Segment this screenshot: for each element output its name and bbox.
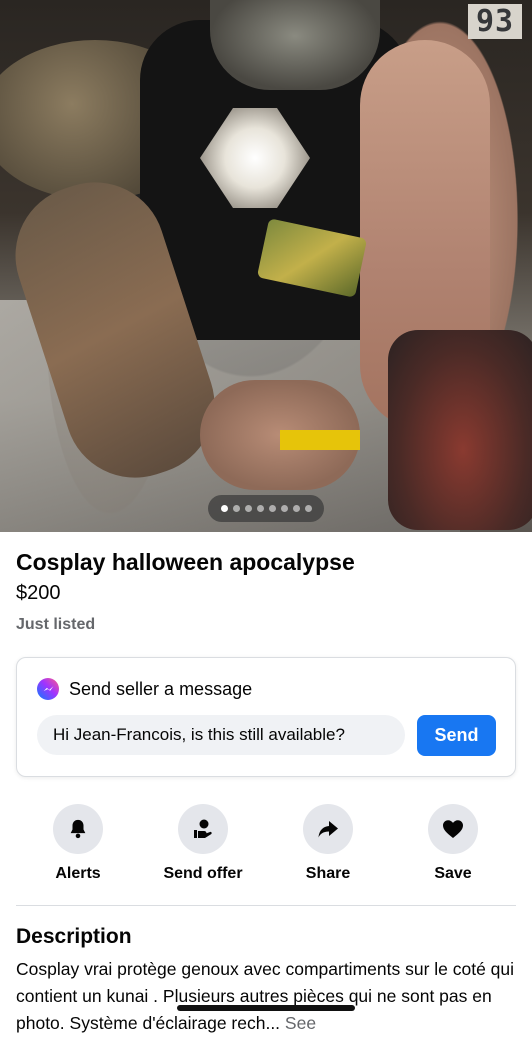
send-button[interactable]: Send xyxy=(417,715,496,756)
carousel-dot[interactable] xyxy=(244,505,252,512)
carousel-dot[interactable] xyxy=(304,505,312,512)
share-button[interactable]: Share xyxy=(273,804,383,883)
description-heading: Description xyxy=(16,925,132,948)
photo-knee-pad xyxy=(388,330,532,530)
message-input[interactable]: Hi Jean-Francois, is this still availabl… xyxy=(37,715,405,755)
photo-number-sign: 93 xyxy=(468,4,523,39)
carousel-dot[interactable] xyxy=(268,505,276,512)
message-header: Send seller a message xyxy=(37,678,252,700)
message-seller-card: Send seller a message Hi Jean-Francois, … xyxy=(16,657,516,777)
alerts-label: Alerts xyxy=(55,865,101,882)
photo-yellow-strip xyxy=(280,430,360,450)
message-heading: Send seller a message xyxy=(69,678,253,699)
carousel-dot[interactable] xyxy=(232,505,240,512)
share-icon xyxy=(303,804,353,854)
see-more-link[interactable]: See xyxy=(285,1013,316,1033)
send-offer-button[interactable]: Send offer xyxy=(148,804,258,883)
description-body: Cosplay vrai protège genoux avec compart… xyxy=(16,956,516,1037)
heart-icon xyxy=(428,804,478,854)
offer-icon xyxy=(178,804,228,854)
home-indicator[interactable] xyxy=(177,1005,355,1011)
carousel-dot[interactable] xyxy=(256,505,264,512)
share-label: Share xyxy=(305,865,351,882)
listing-title: Cosplay halloween apocalypse xyxy=(16,549,355,575)
save-label: Save xyxy=(434,865,472,882)
carousel-dot[interactable] xyxy=(292,505,300,512)
listing-price: $200 xyxy=(16,582,61,604)
carousel-dot[interactable] xyxy=(280,505,288,512)
carousel-indicator[interactable] xyxy=(208,495,324,522)
listing-status: Just listed xyxy=(16,616,96,633)
save-button[interactable]: Save xyxy=(398,804,508,883)
messenger-icon xyxy=(37,678,59,700)
photo-gas-mask xyxy=(210,0,380,90)
section-divider xyxy=(16,905,516,906)
carousel-dot[interactable] xyxy=(220,505,228,512)
send-offer-label: Send offer xyxy=(163,865,243,882)
action-bar: Alerts Send offer Share Save xyxy=(0,804,532,884)
listing-photo[interactable]: 93 xyxy=(0,0,532,532)
bell-icon xyxy=(53,804,103,854)
description-text: Cosplay vrai protège genoux avec compart… xyxy=(16,959,515,1033)
alerts-button[interactable]: Alerts xyxy=(23,804,133,883)
